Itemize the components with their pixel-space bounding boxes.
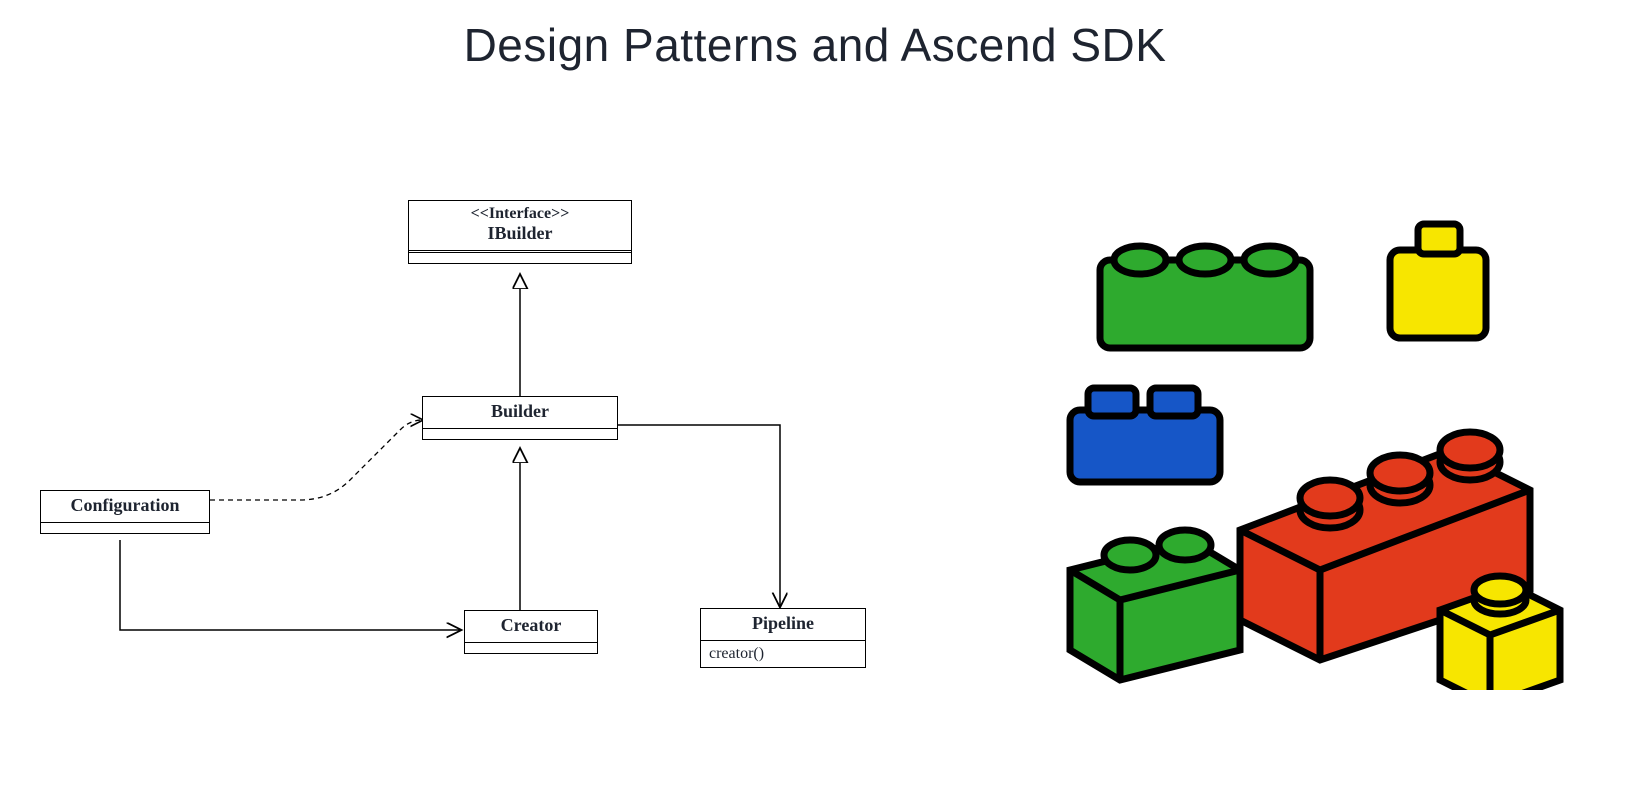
uml-class-pipeline: Pipeline creator() bbox=[700, 608, 866, 668]
uml-class-pipeline-head: Pipeline bbox=[701, 609, 865, 641]
uml-class-builder-head: Builder bbox=[423, 397, 617, 429]
slide: Design Patterns and Ascend SDK bbox=[0, 0, 1630, 788]
lego-brick-green-2 bbox=[1070, 530, 1240, 680]
lego-brick-green-3 bbox=[1100, 246, 1310, 348]
edge-builder-pipeline bbox=[618, 425, 780, 606]
uml-class-builder: Builder bbox=[422, 396, 618, 440]
lego-brick-yellow-1-top bbox=[1390, 224, 1486, 338]
uml-class-ibuilder: <<Interface>> IBuilder bbox=[408, 200, 632, 264]
uml-class-creator-head: Creator bbox=[465, 611, 597, 643]
edge-configuration-builder bbox=[210, 420, 422, 500]
page-title: Design Patterns and Ascend SDK bbox=[0, 18, 1630, 72]
lego-brick-blue-2 bbox=[1070, 388, 1220, 482]
uml-class-creator: Creator bbox=[464, 610, 598, 654]
uml-diagram: <<Interface>> IBuilder Builder Configura… bbox=[40, 190, 900, 710]
uml-class-ibuilder-head: <<Interface>> IBuilder bbox=[409, 201, 631, 253]
uml-class-configuration-head: Configuration bbox=[41, 491, 209, 523]
lego-illustration bbox=[1030, 190, 1570, 690]
edge-configuration-creator bbox=[120, 540, 460, 630]
uml-class-configuration: Configuration bbox=[40, 490, 210, 534]
